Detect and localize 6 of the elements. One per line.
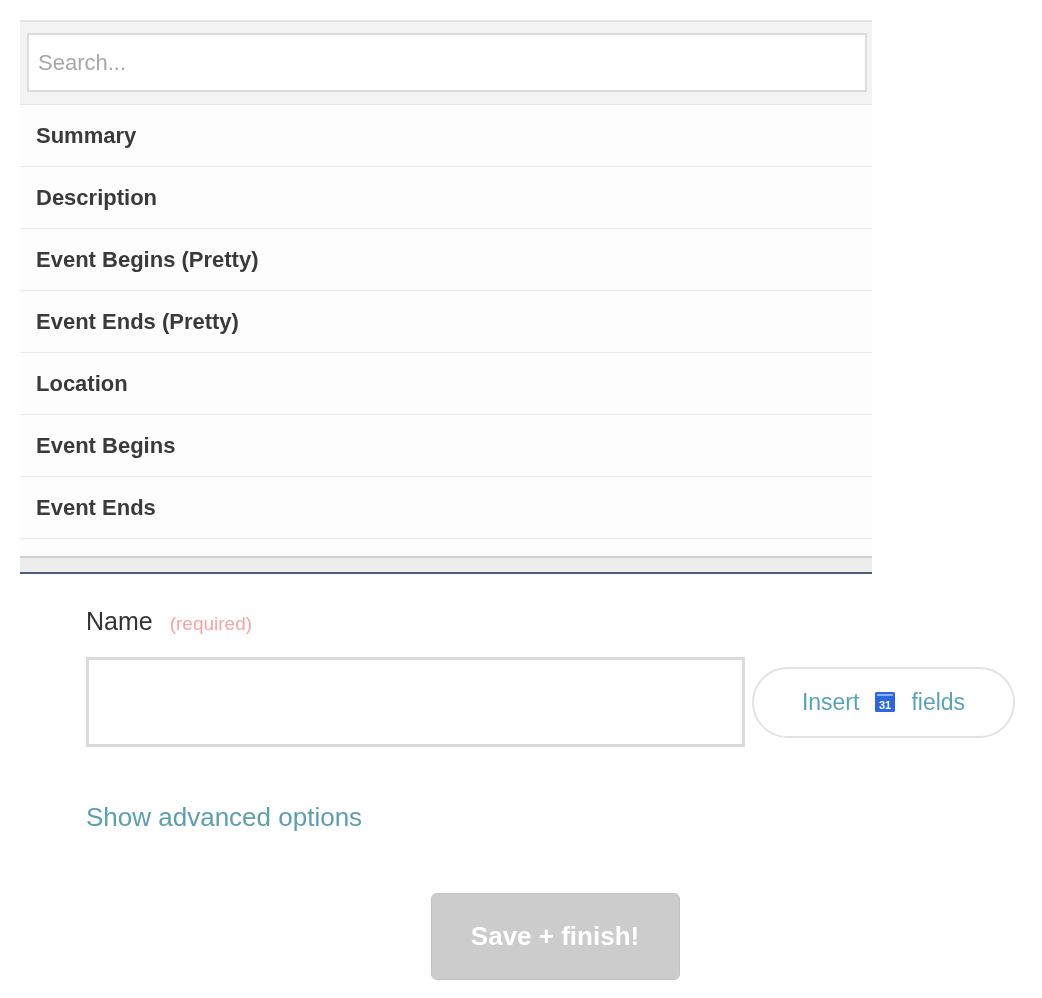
- name-input-field[interactable]: [86, 657, 745, 747]
- calendar-icon: 31: [875, 692, 896, 712]
- search-field[interactable]: Search...: [27, 33, 867, 92]
- required-note: (required): [169, 613, 253, 635]
- field-label: Name: [86, 607, 153, 636]
- insert-fields-button[interactable]: Insert 31 fields: [752, 666, 1015, 738]
